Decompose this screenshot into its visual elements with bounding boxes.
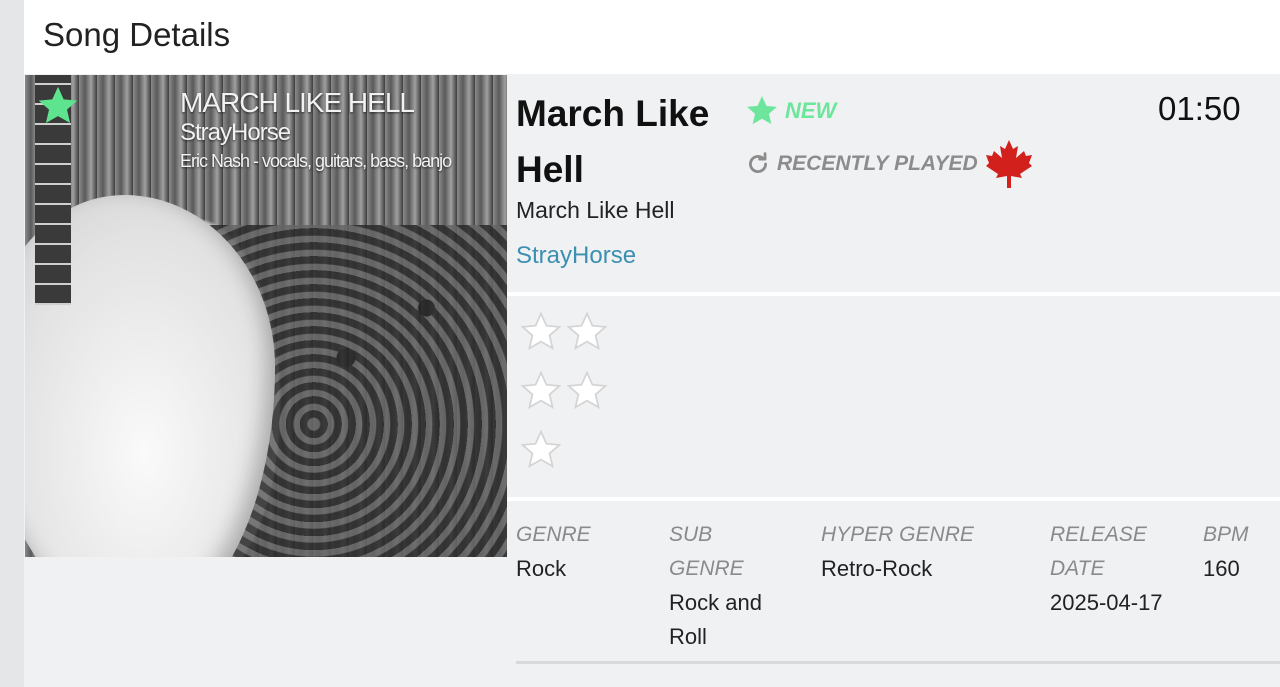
rating-row xyxy=(520,369,608,413)
song-title: March Like Hell xyxy=(516,93,710,190)
star-outline-icon[interactable] xyxy=(520,310,562,354)
bottom-divider xyxy=(516,661,1280,664)
top-navigation xyxy=(24,0,1280,8)
release-date-field: RELEASE DATE 2025-04-17 xyxy=(1050,518,1170,620)
page-header: Song Details xyxy=(24,8,1280,74)
sub-genre-field: SUB GENRE Rock and Roll xyxy=(669,518,789,654)
favorite-star-icon[interactable] xyxy=(36,84,80,128)
star-icon xyxy=(747,96,777,125)
cover-credits-text: Eric Nash - vocals, guitars, bass, banjo xyxy=(180,151,452,171)
artist-link[interactable]: StrayHorse xyxy=(516,242,636,270)
maple-leaf-icon xyxy=(985,140,1032,188)
recently-played-badge: RECENTLY PLAYED xyxy=(745,138,1034,190)
release-date-label: RELEASE DATE xyxy=(1050,523,1147,580)
star-outline-icon[interactable] xyxy=(566,369,608,413)
genre-field: GENRE Rock xyxy=(516,518,656,586)
release-date-value: 2025-04-17 xyxy=(1050,590,1163,615)
left-rail xyxy=(0,0,24,687)
new-badge: NEW xyxy=(745,94,836,128)
star-outline-icon[interactable] xyxy=(520,369,562,413)
genre-label: GENRE xyxy=(516,523,591,546)
recently-played-label: RECENTLY PLAYED xyxy=(777,152,978,175)
page-title: Song Details xyxy=(43,16,231,53)
star-outline-icon[interactable] xyxy=(520,428,562,472)
genre-value: Rock xyxy=(516,556,567,581)
refresh-icon xyxy=(749,152,767,173)
new-badge-label: NEW xyxy=(785,98,837,123)
hyper-genre-label: HYPER GENRE xyxy=(821,523,974,546)
rating-row xyxy=(520,310,608,354)
divider xyxy=(507,497,1280,501)
rating-row xyxy=(520,428,562,472)
sub-genre-value: Rock and Roll xyxy=(669,590,762,649)
cover-artist-text: StrayHorse xyxy=(180,119,291,146)
hyper-genre-field: HYPER GENRE Retro-Rock xyxy=(821,518,1021,586)
bpm-field: BPM 160 xyxy=(1203,518,1273,586)
cover-title-text: MARCH LIKE HELL xyxy=(180,87,415,118)
bpm-label: BPM xyxy=(1203,523,1249,546)
album-cover: MARCH LIKE HELL StrayHorse Eric Nash - v… xyxy=(25,75,507,557)
bpm-value: 160 xyxy=(1203,556,1240,581)
hyper-genre-value: Retro-Rock xyxy=(821,556,933,581)
song-duration: 01:50 xyxy=(1158,90,1241,127)
star-outline-icon[interactable] xyxy=(566,310,608,354)
sub-genre-label: SUB GENRE xyxy=(669,523,744,580)
divider xyxy=(507,292,1280,296)
song-subtitle: March Like Hell xyxy=(516,197,675,223)
